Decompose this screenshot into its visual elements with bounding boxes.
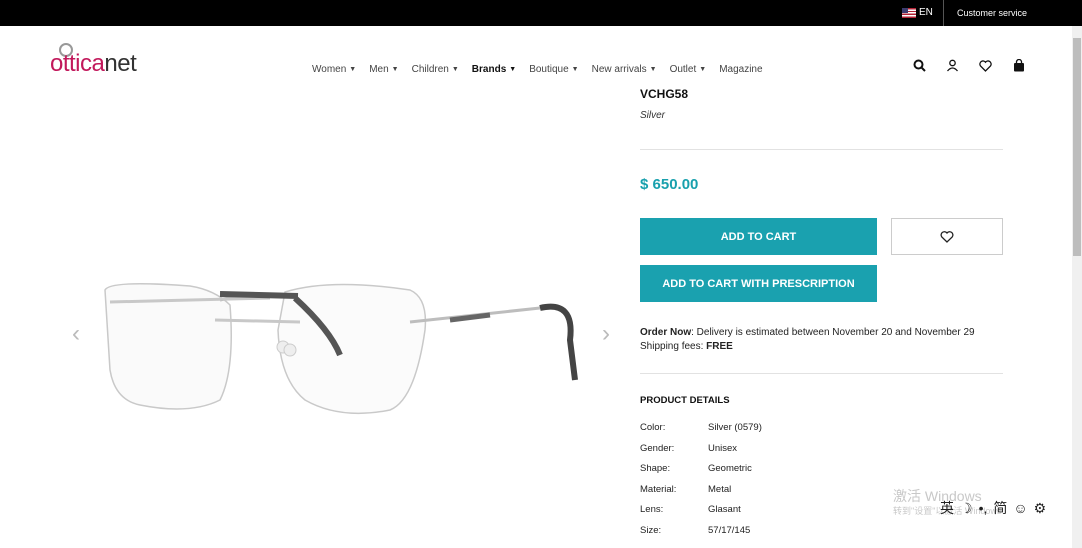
detail-key: Material: bbox=[640, 483, 677, 495]
detail-key: Lens: bbox=[640, 504, 664, 516]
shipping-label: Shipping fees: bbox=[640, 341, 707, 352]
detail-row: Material: Metal bbox=[640, 484, 731, 495]
us-flag-icon bbox=[902, 7, 916, 18]
nav-item-children[interactable]: Children ▼ bbox=[412, 64, 459, 75]
detail-value: Glasant bbox=[708, 504, 741, 516]
nav-item-label: Brands bbox=[471, 64, 507, 75]
language-selector[interactable]: EN bbox=[902, 7, 933, 18]
product-code: VCHG58 bbox=[640, 87, 689, 101]
nav-item-new-arrivals[interactable]: New arrivals ▼ bbox=[592, 64, 657, 75]
nav-item-label: Men bbox=[369, 64, 389, 75]
product-color: Silver bbox=[640, 110, 666, 121]
ime-item[interactable]: •, bbox=[979, 500, 988, 516]
product-image bbox=[104, 283, 578, 415]
delivery-text: : Delivery is estimated between November… bbox=[691, 327, 975, 338]
product-price: $ 650.00 bbox=[640, 176, 699, 193]
chevron-down-icon: ▼ bbox=[649, 66, 657, 73]
shipping-value: FREE bbox=[706, 341, 733, 352]
add-to-cart-with-prescription-button[interactable]: ADD TO CART WITH PRESCRIPTION bbox=[640, 265, 877, 302]
wishlist-icon[interactable] bbox=[978, 58, 993, 73]
nav-item-boutique[interactable]: Boutique ▼ bbox=[529, 64, 578, 75]
detail-key: Color: bbox=[640, 422, 666, 433]
detail-row: Lens: Glasant bbox=[640, 504, 741, 515]
detail-key: Shape: bbox=[640, 463, 671, 475]
ime-item[interactable]: 英 bbox=[940, 498, 954, 518]
detail-row: Size: 57/17/145 bbox=[640, 525, 750, 536]
divider bbox=[640, 149, 1003, 150]
detail-key: Gender: bbox=[640, 442, 675, 454]
heart-icon bbox=[940, 230, 954, 243]
detail-row: Shape: Geometric bbox=[640, 463, 752, 474]
header-icons bbox=[912, 58, 1026, 73]
nav-item-label: Magazine bbox=[719, 64, 763, 75]
ime-item[interactable]: ☺ bbox=[1013, 500, 1027, 516]
delivery-info: Order Now: Delivery is estimated between… bbox=[640, 326, 975, 354]
product-details-title: PRODUCT DETAILS bbox=[640, 395, 730, 406]
nav-item-label: Women bbox=[312, 64, 347, 75]
nav-item-label: New arrivals bbox=[591, 64, 647, 75]
scrollbar-thumb[interactable] bbox=[1073, 38, 1081, 256]
divider bbox=[943, 0, 944, 26]
detail-value: Geometric bbox=[708, 463, 752, 475]
detail-value: Silver (0579) bbox=[708, 422, 762, 433]
account-icon[interactable] bbox=[945, 58, 960, 73]
ime-item[interactable]: 简 bbox=[993, 498, 1007, 518]
nav-item-brands[interactable]: Brands ▼ bbox=[472, 64, 516, 75]
logo[interactable]: otticanet bbox=[50, 50, 137, 78]
logo-part-2: net bbox=[104, 50, 137, 77]
chevron-down-icon: ▼ bbox=[699, 66, 707, 73]
add-to-cart-button[interactable]: ADD TO CART bbox=[640, 218, 877, 255]
logo-part-1: ottica bbox=[50, 50, 105, 77]
chevron-down-icon: ▼ bbox=[571, 66, 579, 73]
nav-item-women[interactable]: Women ▼ bbox=[312, 64, 356, 75]
ime-item[interactable]: ⚙ bbox=[1034, 500, 1047, 517]
chevron-down-icon: ▼ bbox=[509, 66, 517, 73]
nav-item-label: Children bbox=[411, 64, 449, 75]
detail-value: 57/17/145 bbox=[708, 525, 751, 536]
detail-row: Color: Silver (0579) bbox=[640, 422, 762, 433]
customer-service-link[interactable]: Customer service bbox=[957, 8, 1027, 18]
nav-item-men[interactable]: Men ▼ bbox=[369, 64, 398, 75]
language-label: EN bbox=[919, 7, 933, 18]
ime-toolbar: 英 ☽ •, 简 ☺ ⚙ bbox=[940, 498, 1046, 518]
nav-item-magazine[interactable]: Magazine bbox=[719, 64, 762, 75]
nav-item-label: Boutique bbox=[529, 64, 569, 75]
order-now-label: Order Now bbox=[640, 327, 692, 338]
detail-key: Size: bbox=[640, 525, 662, 536]
add-to-wishlist-button[interactable] bbox=[891, 218, 1003, 255]
top-bar: EN Customer service bbox=[0, 0, 1082, 26]
chevron-down-icon: ▼ bbox=[391, 66, 399, 73]
chevron-down-icon: ▼ bbox=[451, 66, 459, 73]
search-icon[interactable] bbox=[912, 58, 927, 73]
detail-value: Unisex bbox=[708, 442, 738, 454]
detail-value: Metal bbox=[708, 483, 732, 495]
scrollbar[interactable] bbox=[1072, 26, 1082, 548]
nav-item-outlet[interactable]: Outlet ▼ bbox=[670, 64, 707, 75]
chevron-down-icon: ▼ bbox=[349, 66, 357, 73]
ime-item[interactable]: ☽ bbox=[960, 500, 973, 517]
detail-row: Gender: Unisex bbox=[640, 443, 737, 454]
divider bbox=[640, 373, 1003, 374]
cart-icon[interactable] bbox=[1011, 58, 1026, 73]
main-nav: Women ▼ Men ▼ Children ▼ Brands ▼ Boutique ▼ New a… bbox=[312, 64, 763, 75]
nav-item-label: Outlet bbox=[669, 64, 697, 75]
